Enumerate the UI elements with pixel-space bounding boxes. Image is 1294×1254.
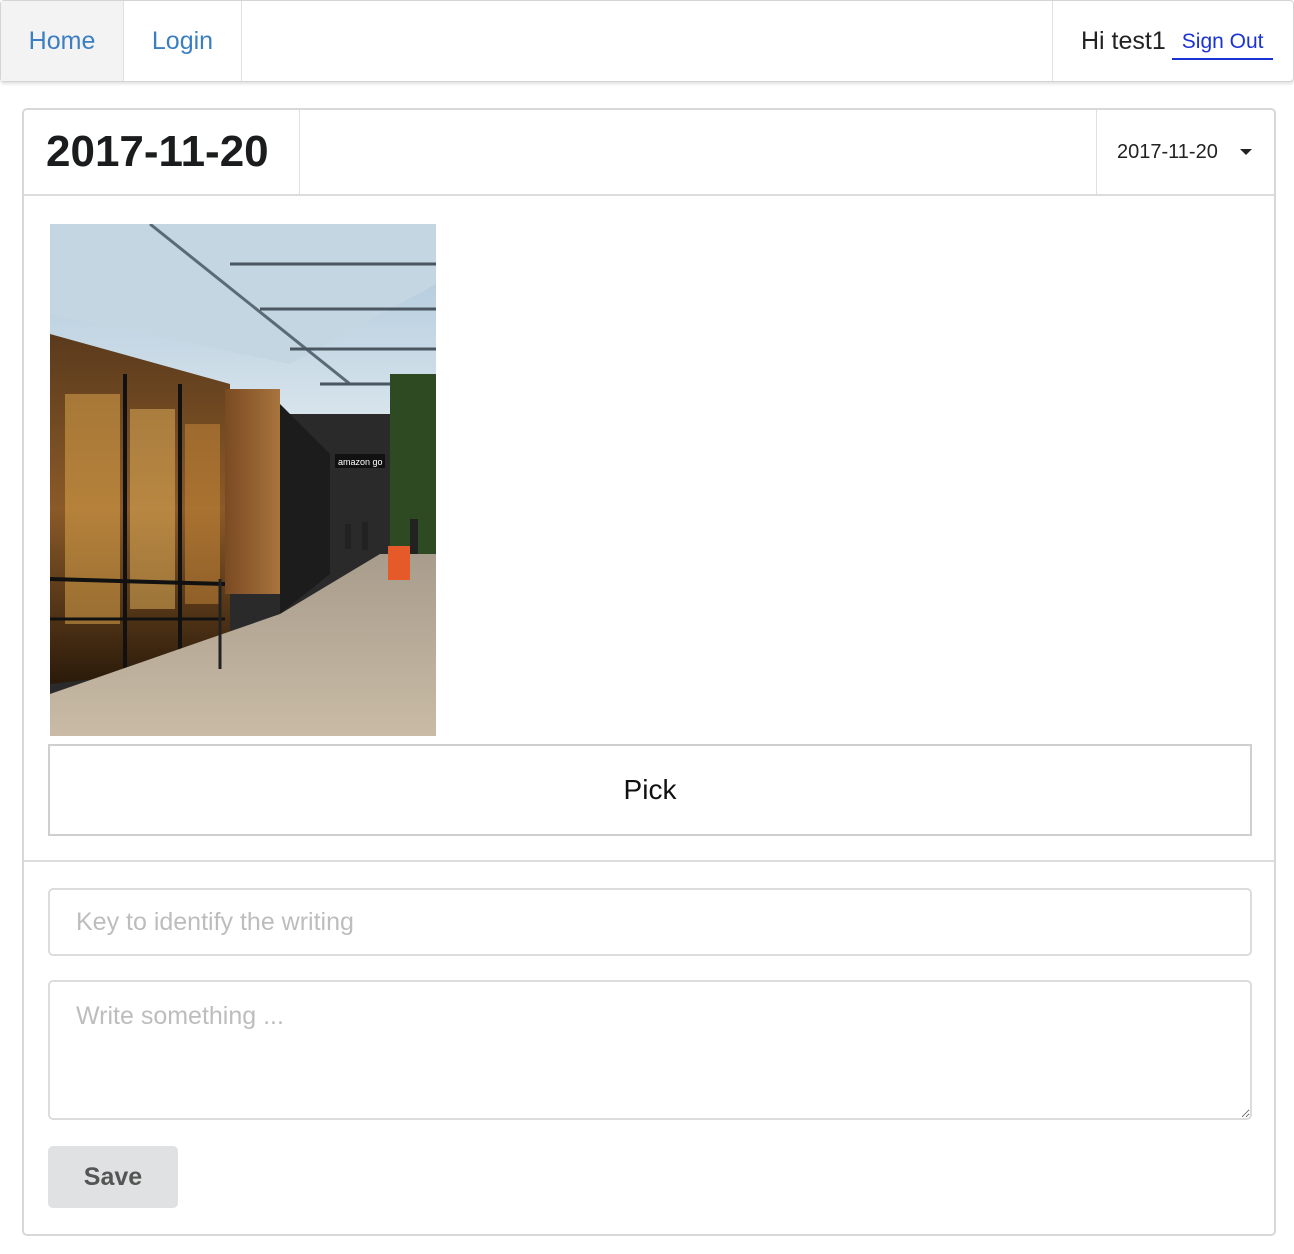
nav-home-link[interactable]: Home — [1, 1, 124, 81]
top-navbar: Home Login Hi test1 Sign Out — [0, 0, 1294, 82]
caret-down-icon — [1240, 149, 1252, 155]
nav-login-link[interactable]: Login — [124, 1, 242, 81]
entry-card-header: 2017-11-20 2017-11-20 — [24, 110, 1274, 196]
save-button[interactable]: Save — [48, 1146, 178, 1208]
date-dropdown[interactable]: 2017-11-20 — [1096, 110, 1274, 194]
sign-out-link[interactable]: Sign Out — [1171, 30, 1274, 60]
date-dropdown-value: 2017-11-20 — [1117, 140, 1218, 163]
store-sign-text: amazon go — [338, 457, 383, 467]
storefront-photo: amazon go — [50, 224, 436, 736]
user-menu: Hi test1 Sign Out — [1052, 1, 1293, 81]
section-divider — [24, 860, 1274, 862]
page-title: 2017-11-20 — [24, 110, 300, 194]
user-greeting: Hi test1 — [1081, 26, 1166, 55]
entry-card: 2017-11-20 2017-11-20 amazon go Pick Key… — [22, 108, 1276, 1236]
writing-key-input[interactable] — [48, 888, 1252, 956]
storefront-photo-illustration: amazon go — [50, 224, 436, 736]
writing-textarea[interactable] — [48, 980, 1252, 1120]
pick-button[interactable]: Pick — [48, 744, 1252, 836]
